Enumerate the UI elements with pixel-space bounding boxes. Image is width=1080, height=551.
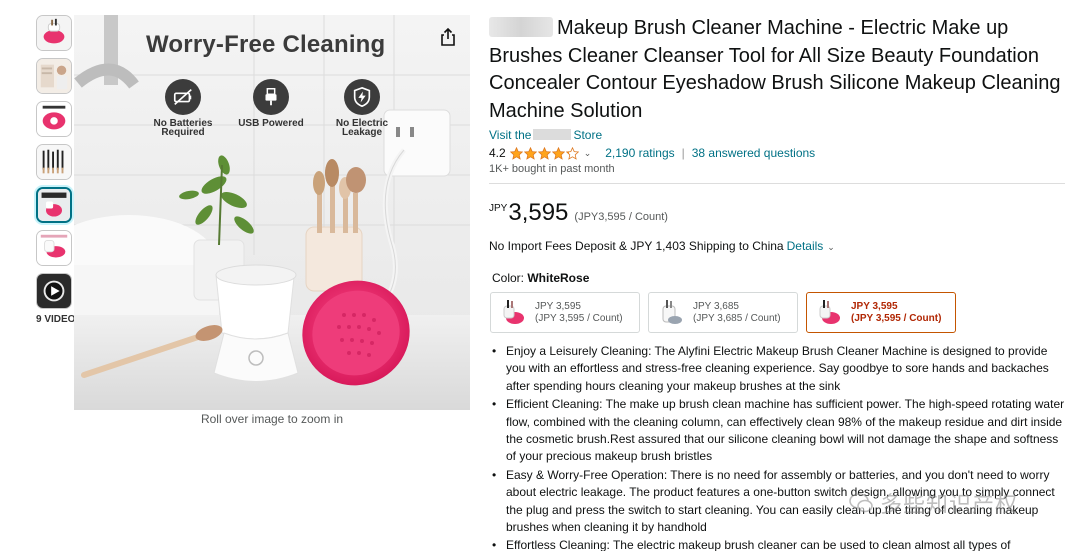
color-selector-label: Color: WhiteRose	[492, 271, 1069, 285]
chevron-down-icon[interactable]: ⌄	[584, 148, 592, 159]
product-title: Makeup Brush Cleaner Machine - Electric …	[489, 15, 1069, 125]
variant-price: JPY 3,685	[693, 300, 739, 312]
thumbnail-1[interactable]	[36, 15, 72, 51]
list-item: • Effortless Cleaning: The electric makeu…	[492, 537, 1069, 551]
feature-label: Leakage	[341, 127, 383, 138]
bullet-dot: •	[492, 538, 497, 551]
feature-no-leakage: No Electric Leakage	[322, 79, 402, 138]
star-icon	[509, 146, 523, 160]
feature-bullets: • Enjoy a Leisurely Cleaning: The Alyfini…	[492, 343, 1069, 551]
rating-row: 4.2 ⌄ 2,190 ratings | 38 answered questi…	[489, 145, 1069, 161]
feature-usb-powered: USB Powered	[231, 79, 311, 129]
ratings-count-link[interactable]: 2,190 ratings	[605, 146, 674, 160]
color-value: WhiteRose	[527, 271, 590, 285]
shipping-text: No Import Fees Deposit & JPY 1,403 Shipp…	[489, 239, 784, 253]
variant-thumbnail	[815, 297, 843, 328]
main-product-image[interactable]: Worry-Free Cleaning No Batteries Require…	[74, 15, 470, 410]
feature-no-batteries: No Batteries Required	[143, 79, 223, 138]
usb-plug-icon	[253, 79, 289, 115]
divider	[489, 183, 1065, 184]
thumbnail-5-selected[interactable]	[36, 187, 72, 223]
bullet-dot: •	[492, 344, 497, 358]
variant-thumbnail	[499, 297, 527, 328]
video-thumbnail[interactable]	[36, 273, 72, 309]
store-link-suffix[interactable]: Store	[573, 128, 602, 142]
bullet-text: Effortless Cleaning: The electric makeup…	[506, 538, 1011, 551]
color-label-text: Color:	[492, 271, 525, 285]
bullet-text: Enjoy a Leisurely Cleaning: The Alyfini …	[506, 344, 1049, 393]
thumbnail-4[interactable]	[36, 144, 72, 180]
variant-unit-price: (JPY 3,595 / Count)	[851, 312, 942, 324]
star-icon	[565, 146, 579, 160]
variant-price-text: JPY 3,685 (JPY 3,685 / Count)	[693, 301, 781, 325]
thumbnail-6[interactable]	[36, 230, 72, 266]
price: JPY 3,595 (JPY3,595 / Count)	[489, 200, 1069, 226]
rating-value: 4.2	[489, 146, 506, 160]
chevron-down-icon[interactable]: ⌄	[827, 242, 835, 252]
thumbnail-2[interactable]	[36, 58, 72, 94]
separator: |	[681, 146, 685, 160]
blurred-store-name	[533, 129, 572, 140]
answered-questions-link[interactable]: 38 answered questions	[692, 146, 815, 160]
variant-price: JPY 3,595	[851, 300, 898, 312]
product-photo	[74, 15, 470, 410]
price-value: 3,595	[508, 199, 569, 226]
variant-price: JPY 3,595	[535, 300, 581, 312]
star-icon	[523, 146, 537, 160]
feature-label: USB Powered	[238, 118, 304, 129]
variant-option-2[interactable]: JPY 3,685 (JPY 3,685 / Count)	[648, 292, 798, 333]
bullet-text: Efficient Cleaning: The make up brush cl…	[506, 397, 1065, 464]
shipping-info: No Import Fees Deposit & JPY 1,403 Shipp…	[489, 239, 1069, 253]
blurred-brand	[489, 17, 553, 37]
star-icon	[537, 146, 551, 160]
shield-bolt-icon	[344, 79, 380, 115]
thumbnail-strip: 9 VIDEOS	[36, 15, 82, 325]
bullet-dot: •	[492, 467, 497, 482]
star-icon	[551, 146, 565, 160]
variant-price-text: JPY 3,595 (JPY 3,595 / Count)	[851, 301, 941, 325]
feature-label: Required	[161, 127, 205, 138]
chat-bubble-icon	[849, 493, 873, 513]
no-battery-icon	[165, 79, 201, 115]
product-title-text: Makeup Brush Cleaner Machine - Electric …	[489, 17, 1061, 122]
variant-price-text: JPY 3,595 (JPY 3,595 / Count)	[535, 301, 623, 325]
share-icon[interactable]	[438, 27, 458, 47]
variant-unit-price: (JPY 3,595 / Count)	[535, 312, 623, 324]
bought-count: 1K+ bought in past month	[489, 163, 615, 175]
color-variants: JPY 3,595 (JPY 3,595 / Count) JPY 3,685 …	[490, 292, 1069, 333]
shipping-details-link[interactable]: Details	[787, 239, 824, 253]
image-headline: Worry-Free Cleaning	[146, 31, 386, 58]
thumbnail-3[interactable]	[36, 101, 72, 137]
variant-thumbnail	[657, 297, 685, 328]
watermark: 多些知识产权	[848, 487, 1018, 519]
list-item: • Efficient Cleaning: The make up brush c…	[492, 396, 1069, 466]
variant-unit-price: (JPY 3,685 / Count)	[693, 312, 781, 324]
video-count-label[interactable]: 9 VIDEOS	[36, 314, 82, 325]
price-per-unit: (JPY3,595 / Count)	[574, 211, 668, 223]
list-item: • Enjoy a Leisurely Cleaning: The Alyfini…	[492, 343, 1069, 395]
store-link[interactable]: Visit the Store	[489, 128, 1069, 142]
bullet-dot: •	[492, 397, 497, 412]
zoom-hint: Roll over image to zoom in	[200, 412, 344, 426]
product-details: Makeup Brush Cleaner Machine - Electric …	[489, 15, 1069, 551]
star-rating[interactable]	[509, 146, 580, 160]
variant-option-1[interactable]: JPY 3,595 (JPY 3,595 / Count)	[490, 292, 640, 333]
store-link-prefix[interactable]: Visit the	[489, 128, 531, 142]
variant-option-3-selected[interactable]: JPY 3,595 (JPY 3,595 / Count)	[806, 292, 956, 333]
watermark-text: 多些知识产权	[880, 493, 1019, 518]
price-currency: JPY	[489, 203, 508, 214]
